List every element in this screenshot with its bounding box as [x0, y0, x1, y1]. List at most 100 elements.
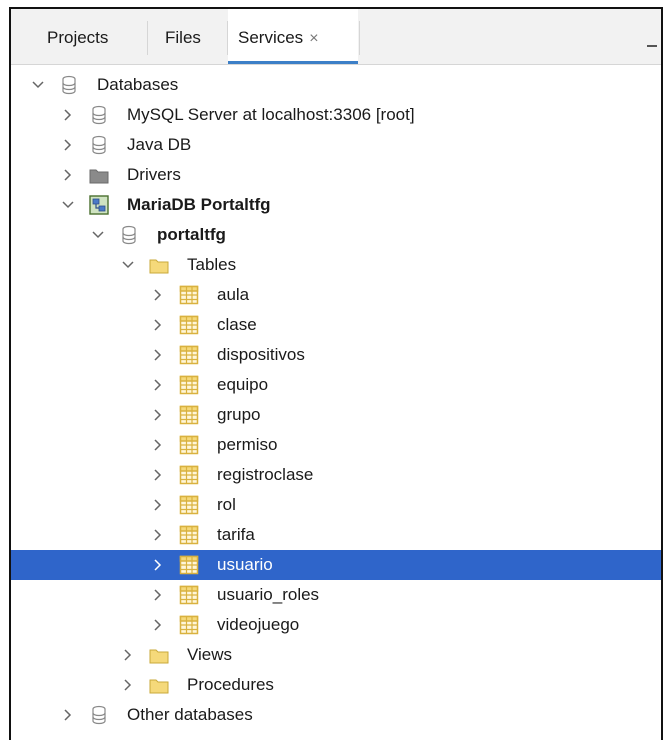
chevron-right-icon[interactable] [60, 130, 76, 160]
database-icon [59, 75, 79, 95]
tree-item-other-databases[interactable]: Other databases [11, 700, 661, 730]
tree-item-grupo[interactable]: grupo [11, 400, 661, 430]
chevron-right-icon[interactable] [150, 460, 166, 490]
tree-item-label: Databases [97, 75, 179, 94]
tree-item-label: tarifa [217, 525, 255, 544]
tree-item-label: Java DB [127, 135, 192, 154]
table-icon [179, 375, 199, 395]
database-icon [89, 105, 109, 125]
tab-separator [359, 21, 360, 55]
chevron-right-icon[interactable] [60, 100, 76, 130]
tree-item-label: usuario_roles [217, 585, 320, 604]
chevron-right-icon[interactable] [150, 550, 166, 580]
tab-services[interactable]: Services × [228, 9, 358, 64]
connection-icon [89, 195, 109, 215]
chevron-right-icon[interactable] [150, 520, 166, 550]
table-icon [179, 615, 199, 635]
tree-item-label: equipo [217, 375, 269, 394]
chevron-right-icon[interactable] [60, 700, 76, 730]
tree-item-label: Tables [187, 255, 237, 274]
tree-item-databases[interactable]: Databases [11, 70, 661, 100]
chevron-down-icon[interactable] [60, 190, 76, 220]
chevron-right-icon[interactable] [150, 610, 166, 640]
tree-item-label: usuario [217, 555, 273, 574]
tree-item-mariadb-portaltfg[interactable]: MariaDB Portaltfg [11, 190, 661, 220]
tree-item-views[interactable]: Views [11, 640, 661, 670]
chevron-right-icon[interactable] [150, 280, 166, 310]
database-icon [89, 135, 109, 155]
tree-item-label: MySQL Server at localhost:3306 [root] [127, 105, 415, 124]
table-icon [179, 495, 199, 515]
tree-item-label: aula [217, 285, 250, 304]
tree-item-mysql-server-at-localhost-3306-root[interactable]: MySQL Server at localhost:3306 [root] [11, 100, 661, 130]
tree-item-aula[interactable]: aula [11, 280, 661, 310]
table-icon [179, 465, 199, 485]
drivers-folder-icon [89, 165, 109, 185]
tree-item-usuario[interactable]: usuario [11, 550, 661, 580]
chevron-right-icon[interactable] [150, 580, 166, 610]
tab-services-label: Services [238, 28, 304, 47]
active-tab-indicator [228, 61, 358, 64]
tree-item-usuario-roles[interactable]: usuario_roles [11, 580, 661, 610]
tree-item-dispositivos[interactable]: dispositivos [11, 340, 661, 370]
table-icon [179, 435, 199, 455]
chevron-right-icon[interactable] [150, 370, 166, 400]
tree-item-portaltfg[interactable]: portaltfg [11, 220, 661, 250]
chevron-right-icon[interactable] [150, 310, 166, 340]
tree-item-procedures[interactable]: Procedures [11, 670, 661, 700]
database-icon [119, 225, 139, 245]
table-icon [179, 345, 199, 365]
tree-item-tables[interactable]: Tables [11, 250, 661, 280]
tab-bar: Projects Files Services × [11, 9, 661, 65]
table-icon [179, 315, 199, 335]
tree-item-label: rol [217, 495, 236, 514]
chevron-right-icon[interactable] [150, 430, 166, 460]
table-icon [179, 555, 199, 575]
tree-item-label: permiso [217, 435, 278, 454]
folder-icon [149, 675, 169, 695]
tree-item-tarifa[interactable]: tarifa [11, 520, 661, 550]
tree-item-label: Other databases [127, 705, 253, 724]
table-icon [179, 585, 199, 605]
tree-item-registroclase[interactable]: registroclase [11, 460, 661, 490]
chevron-right-icon[interactable] [120, 670, 136, 700]
tree-item-videojuego[interactable]: videojuego [11, 610, 661, 640]
tree-item-label: Procedures [187, 675, 274, 694]
tab-projects[interactable]: Projects [47, 9, 108, 63]
tab-projects-label: Projects [47, 28, 109, 47]
chevron-right-icon[interactable] [150, 400, 166, 430]
tree-item-label: Views [187, 645, 233, 664]
tree-item-label: videojuego [217, 615, 300, 634]
table-icon [179, 525, 199, 545]
chevron-right-icon[interactable] [60, 160, 76, 190]
close-icon[interactable]: × [309, 30, 318, 47]
table-icon [179, 285, 199, 305]
tree-item-clase[interactable]: clase [11, 310, 661, 340]
tree-item-label: grupo [217, 405, 261, 424]
chevron-right-icon[interactable] [150, 490, 166, 520]
folder-icon [149, 645, 169, 665]
tab-separator [147, 21, 148, 55]
tree-item-label: dispositivos [217, 345, 305, 364]
tree-item-drivers[interactable]: Drivers [11, 160, 661, 190]
chevron-right-icon[interactable] [150, 340, 166, 370]
chevron-down-icon[interactable] [30, 70, 46, 100]
tree-item-equipo[interactable]: equipo [11, 370, 661, 400]
tree-item-label: registroclase [217, 465, 314, 484]
chevron-right-icon[interactable] [120, 640, 136, 670]
tree-item-rol[interactable]: rol [11, 490, 661, 520]
database-icon [89, 705, 109, 725]
minimize-icon[interactable] [647, 45, 657, 47]
services-panel: Projects Files Services × Databases MySQL … [9, 7, 663, 740]
tab-files-label: Files [165, 28, 201, 47]
chevron-down-icon[interactable] [90, 220, 106, 250]
tree-item-permiso[interactable]: permiso [11, 430, 661, 460]
tree-item-label: Drivers [127, 165, 181, 184]
tree-item-label: clase [217, 315, 257, 334]
chevron-down-icon[interactable] [120, 250, 136, 280]
tree-item-java-db[interactable]: Java DB [11, 130, 661, 160]
tab-files[interactable]: Files [165, 9, 201, 63]
folder-icon [149, 255, 169, 275]
tree-item-label: portaltfg [157, 225, 226, 244]
table-icon [179, 405, 199, 425]
